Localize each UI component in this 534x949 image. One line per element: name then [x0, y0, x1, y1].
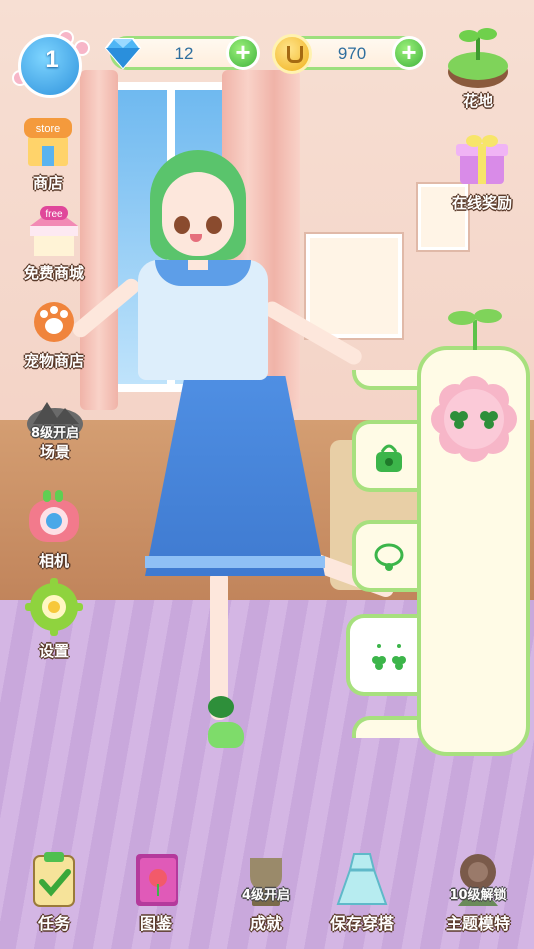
diamond-icon: [104, 38, 142, 70]
save-outfit-label: 保存穿搭: [329, 914, 394, 933]
free-shop-icon: free: [30, 206, 78, 256]
tasks-label: 任务: [37, 914, 70, 933]
add-coins-button[interactable]: +: [392, 36, 426, 70]
album-button[interactable]: 图鉴: [110, 850, 202, 934]
scene-label: 场景: [39, 443, 70, 461]
blue-skirt: [145, 376, 325, 576]
eye-right: [206, 216, 222, 234]
theme-model-label: 主题模特: [445, 914, 510, 933]
free-badge-text: free: [45, 209, 63, 220]
bag-icon: [376, 444, 402, 472]
skirt-hem: [145, 556, 325, 568]
album-book-icon: [136, 854, 178, 906]
character-face: [162, 172, 234, 256]
settings-button[interactable]: 设置: [20, 578, 88, 661]
pet-shop-label: 宠物商店: [23, 352, 84, 370]
settings-label: 设置: [38, 642, 69, 660]
necklace-icon: [374, 543, 404, 571]
achievement-button[interactable]: 4级开启 成就: [220, 850, 312, 934]
achievement-label: 成就: [249, 914, 282, 933]
camera-label: 相机: [38, 552, 69, 570]
add-gems-button[interactable]: +: [226, 36, 260, 70]
earring-icon: [372, 644, 406, 670]
pet-shop-button[interactable]: 宠物商店: [14, 290, 94, 371]
gift-box-icon: [456, 135, 508, 184]
garden-button[interactable]: 花地: [440, 22, 516, 111]
dress-icon: [336, 853, 388, 905]
free-mall-label: 免费商城: [23, 264, 84, 282]
save-outfit-button[interactable]: 保存穿搭: [316, 850, 408, 934]
clover-anklet: [208, 696, 234, 718]
store-badge-text: store: [36, 123, 60, 135]
sprout-icon: [448, 309, 502, 350]
free-mall-button[interactable]: free 免费商城: [14, 204, 94, 283]
garden-label: 花地: [462, 92, 493, 110]
eye-left: [174, 216, 190, 234]
character-model[interactable]: [69, 150, 397, 760]
store-button[interactable]: store 商店: [16, 116, 80, 193]
wardrobe-tab-earring[interactable]: [346, 614, 420, 696]
store-label: 商店: [32, 174, 63, 192]
checklist-icon: [33, 852, 75, 907]
tasks-button[interactable]: 任务: [8, 850, 100, 934]
album-label: 图鉴: [139, 914, 172, 933]
achievement-lock-text: 4级开启: [241, 888, 291, 903]
camera-button[interactable]: 相机: [20, 488, 88, 571]
player-level-badge[interactable]: 1: [12, 30, 94, 102]
camera-icon: [29, 490, 79, 542]
wardrobe-tab-partial[interactable]: [352, 370, 420, 390]
store-icon: store: [24, 118, 72, 166]
sprout-coin-icon: [272, 34, 312, 74]
gear-icon: [25, 578, 83, 636]
scene-button[interactable]: 8级开启 场景: [18, 394, 92, 462]
green-shoe: [208, 722, 244, 748]
paw-icon: [34, 302, 74, 342]
theme-model-lock-text: 10级解锁: [449, 888, 507, 903]
wardrobe-tab-necklace[interactable]: [352, 520, 420, 592]
wardrobe-tab-bag[interactable]: [352, 420, 420, 492]
online-reward-button[interactable]: 在线奖励: [440, 132, 524, 213]
earring-item-card[interactable]: [427, 372, 521, 466]
garden-island-icon: [448, 28, 508, 88]
level-number: 1: [45, 46, 59, 73]
online-reward-label: 在线奖励: [451, 194, 512, 212]
wardrobe-tab-partial-bottom[interactable]: [352, 716, 420, 738]
theme-model-button[interactable]: 10级解锁 主题模特: [432, 850, 524, 934]
character-arm-right: [261, 298, 365, 368]
